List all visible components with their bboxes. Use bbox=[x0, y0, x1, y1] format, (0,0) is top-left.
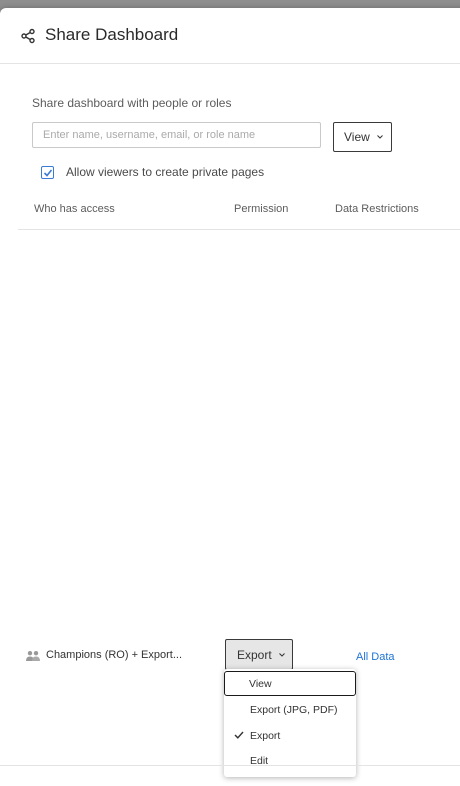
data-restrictions-link[interactable]: All Data bbox=[356, 651, 395, 663]
access-row-name: Champions (RO) + Export... bbox=[46, 649, 183, 661]
share-icon bbox=[21, 28, 35, 44]
dialog-header: Share Dashboard bbox=[0, 8, 460, 64]
permission-select-button[interactable]: View bbox=[333, 122, 392, 152]
menu-item-view[interactable]: View bbox=[224, 671, 356, 696]
allow-private-pages-label: Allow viewers to create private pages bbox=[66, 165, 265, 179]
menu-item-label: Export (JPG, PDF) bbox=[250, 703, 338, 716]
column-header-restrictions: Data Restrictions bbox=[335, 203, 419, 215]
menu-item-label: Export bbox=[250, 729, 281, 742]
menu-item-export[interactable]: Export bbox=[224, 723, 356, 748]
row-permission-button[interactable]: Export bbox=[225, 639, 293, 670]
group-icon bbox=[26, 651, 40, 661]
checkmark-icon bbox=[234, 731, 244, 739]
chevron-down-icon bbox=[278, 652, 285, 657]
share-dashboard-dialog: Share Dashboard Share dashboard with peo… bbox=[0, 8, 460, 786]
permission-dropdown-menu: View Export (JPG, PDF) Export Edit bbox=[224, 669, 356, 777]
allow-private-pages-checkbox[interactable] bbox=[41, 166, 54, 179]
column-header-who: Who has access bbox=[34, 203, 115, 215]
menu-item-label: View bbox=[249, 677, 272, 690]
chevron-down-icon bbox=[376, 135, 383, 139]
checkmark-icon bbox=[43, 169, 53, 177]
share-label: Share dashboard with people or roles bbox=[32, 96, 232, 110]
permission-select-label: View bbox=[344, 130, 370, 144]
share-search-input[interactable] bbox=[32, 122, 321, 148]
dialog-title: Share Dashboard bbox=[45, 25, 179, 44]
menu-item-export-jpg-pdf[interactable]: Export (JPG, PDF) bbox=[224, 697, 356, 722]
column-header-permission: Permission bbox=[234, 203, 289, 215]
row-permission-label: Export bbox=[237, 647, 272, 662]
footer-divider bbox=[0, 765, 460, 766]
menu-item-edit[interactable]: Edit bbox=[224, 748, 356, 773]
table-divider bbox=[18, 229, 460, 230]
